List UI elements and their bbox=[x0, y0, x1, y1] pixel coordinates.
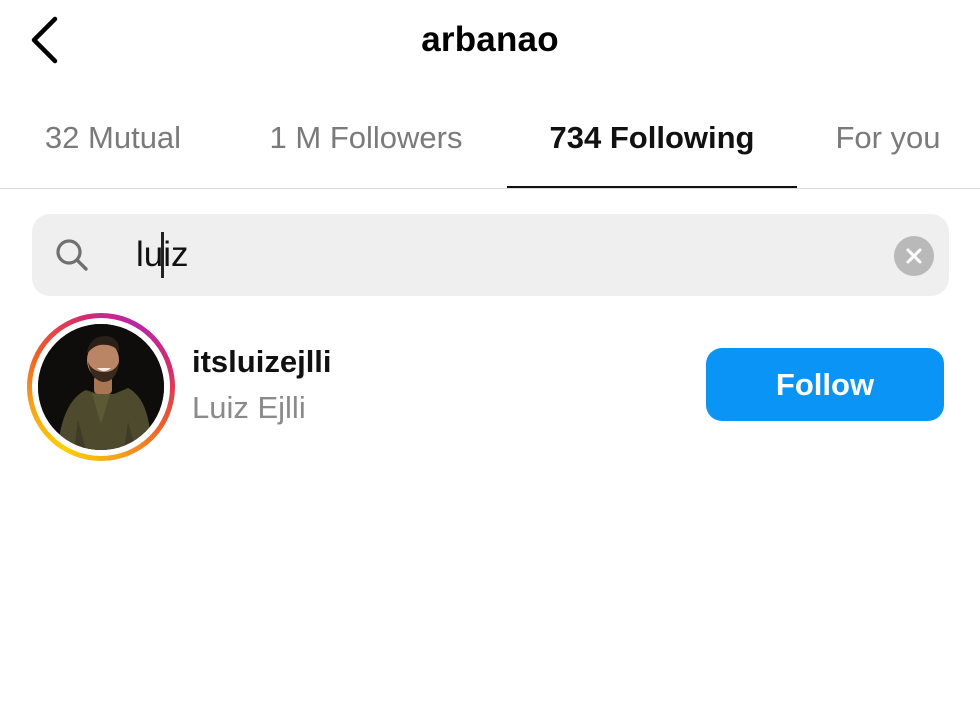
tab-for-you[interactable]: For you bbox=[818, 100, 958, 188]
text-caret bbox=[161, 232, 164, 278]
list-item[interactable]: itsluizejlli Luiz Ejlli Follow bbox=[0, 310, 980, 461]
clear-search-button[interactable] bbox=[894, 236, 934, 276]
tab-following[interactable]: 734 Following bbox=[507, 100, 797, 188]
search-icon bbox=[56, 239, 88, 271]
follow-button[interactable]: Follow bbox=[706, 348, 944, 421]
search-bar bbox=[32, 214, 949, 296]
avatar-frame bbox=[32, 318, 170, 456]
page-title: arbanao bbox=[421, 20, 559, 59]
active-tab-indicator bbox=[507, 186, 797, 188]
header: arbanao bbox=[0, 0, 980, 84]
tab-bar: 32 Mutual 1 M Followers 734 Following Fo… bbox=[0, 100, 980, 189]
following-screen: arbanao 32 Mutual 1 M Followers 734 Foll… bbox=[0, 0, 980, 719]
clear-icon bbox=[906, 248, 922, 264]
tab-followers[interactable]: 1 M Followers bbox=[240, 100, 492, 188]
full-name: Luiz Ejlli bbox=[192, 390, 306, 425]
avatar bbox=[38, 324, 164, 450]
story-ring[interactable] bbox=[27, 313, 175, 461]
username[interactable]: itsluizejlli bbox=[192, 344, 332, 380]
profile-photo bbox=[38, 324, 164, 450]
tab-mutual[interactable]: 32 Mutual bbox=[20, 100, 206, 188]
search-input[interactable] bbox=[136, 228, 896, 282]
